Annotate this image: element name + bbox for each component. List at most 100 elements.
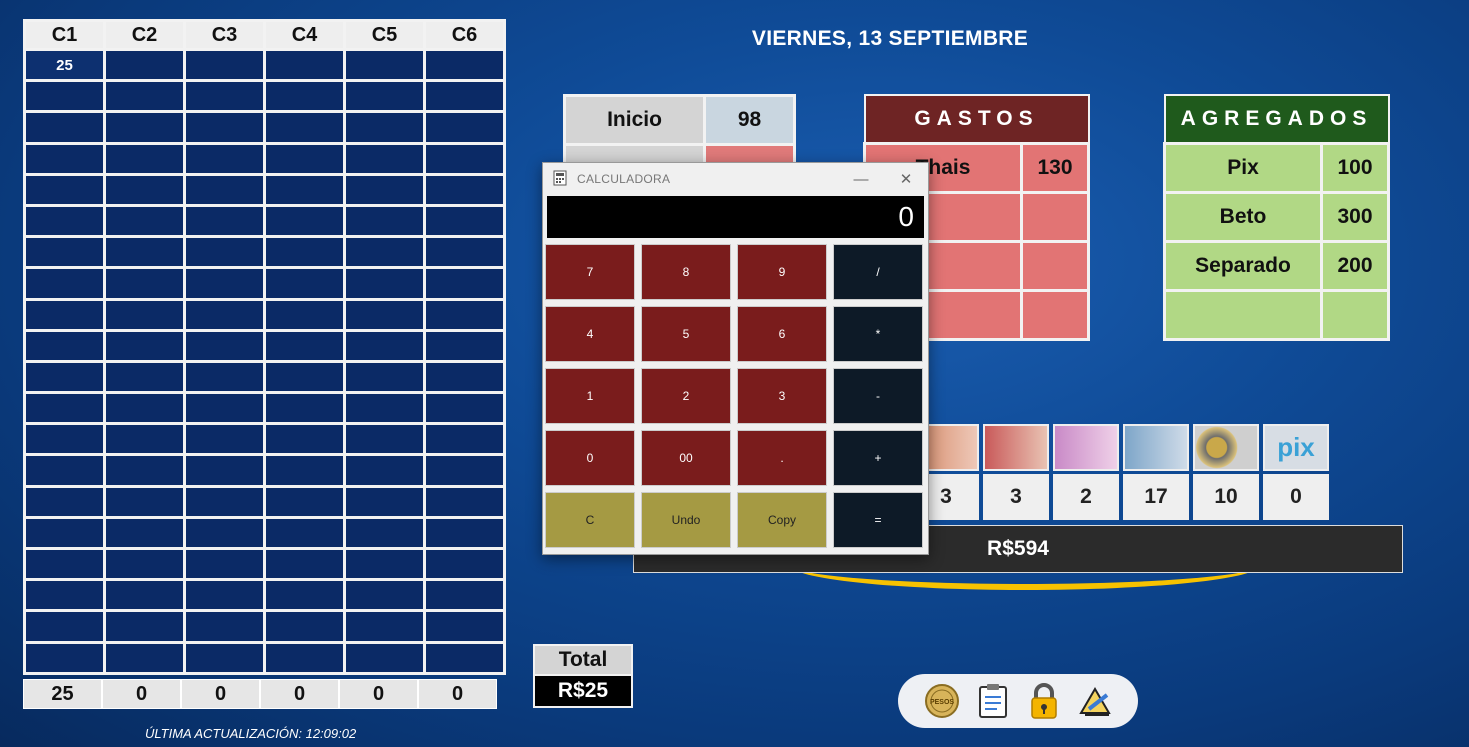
grid-cell[interactable] — [263, 47, 346, 83]
grid-cell[interactable] — [263, 110, 346, 145]
grid-cell[interactable] — [343, 515, 426, 551]
money-count-coins[interactable]: 10 — [1193, 474, 1259, 520]
grid-cell[interactable] — [343, 546, 426, 582]
grid-cell[interactable] — [183, 640, 266, 675]
money-count-10[interactable]: 3 — [983, 474, 1049, 520]
pesos-coin-icon[interactable]: PESOS — [923, 682, 961, 720]
inicio-value[interactable]: 98 — [703, 94, 796, 146]
grid-cell[interactable] — [263, 172, 346, 207]
grid-cell[interactable] — [183, 266, 266, 301]
grid-cell[interactable] — [263, 453, 346, 488]
grid-cell[interactable] — [103, 546, 186, 582]
calc-key-6[interactable]: 6 — [737, 306, 827, 362]
grid-cell[interactable] — [23, 484, 106, 519]
grid-cell[interactable] — [423, 79, 506, 114]
grid-cell[interactable] — [23, 141, 106, 176]
grid-cell[interactable] — [103, 172, 186, 207]
grid-cell[interactable] — [263, 546, 346, 582]
agregados-value[interactable]: 200 — [1320, 240, 1390, 292]
grid-cell[interactable] — [263, 359, 346, 395]
grid-cell[interactable] — [263, 391, 346, 426]
agregados-name[interactable]: Separado — [1163, 240, 1323, 292]
grid-cell[interactable] — [423, 359, 506, 395]
gastos-value[interactable]: 130 — [1020, 142, 1090, 194]
grid-cell[interactable] — [423, 266, 506, 301]
grid-cell[interactable] — [183, 203, 266, 239]
agregados-value[interactable] — [1320, 289, 1390, 341]
calc-key-multiply[interactable]: * — [833, 306, 923, 362]
grid-cell[interactable] — [103, 359, 186, 395]
grid-cell[interactable] — [423, 47, 506, 83]
grid-cell[interactable] — [343, 640, 426, 675]
grid-cell[interactable] — [423, 578, 506, 613]
grid-cell[interactable] — [343, 110, 426, 145]
grid-cell[interactable] — [423, 453, 506, 488]
calc-key-8[interactable]: 8 — [641, 244, 731, 300]
grid-cell[interactable] — [183, 297, 266, 332]
grid-cell[interactable] — [423, 609, 506, 644]
grid-cell[interactable] — [183, 141, 266, 176]
grid-cell[interactable] — [263, 609, 346, 644]
grid-cell[interactable] — [23, 640, 106, 675]
calc-key-9[interactable]: 9 — [737, 244, 827, 300]
grid-cell[interactable] — [23, 546, 106, 582]
grid-cell[interactable] — [103, 391, 186, 426]
grid-cell[interactable] — [103, 609, 186, 644]
grid-cell[interactable] — [343, 297, 426, 332]
calc-key-undo[interactable]: Undo — [641, 492, 731, 548]
calc-key-3[interactable]: 3 — [737, 368, 827, 424]
gastos-value[interactable] — [1020, 191, 1090, 243]
grid-cell[interactable] — [423, 172, 506, 207]
grid-cell[interactable] — [183, 422, 266, 457]
grid-cell[interactable] — [423, 546, 506, 582]
grid-cell[interactable] — [103, 235, 186, 270]
clipboard-report-icon[interactable] — [974, 682, 1012, 720]
grid-cell[interactable] — [263, 203, 346, 239]
grid-cell[interactable] — [423, 203, 506, 239]
grid-cell[interactable] — [103, 422, 186, 457]
grid-cell[interactable] — [343, 141, 426, 176]
calc-key-4[interactable]: 4 — [545, 306, 635, 362]
grid-cell[interactable] — [343, 391, 426, 426]
grid-cell[interactable] — [263, 484, 346, 519]
grid-cell[interactable] — [183, 484, 266, 519]
calc-key-copy[interactable]: Copy — [737, 492, 827, 548]
calc-key-2[interactable]: 2 — [641, 368, 731, 424]
grid-cell[interactable] — [343, 422, 426, 457]
grid-cell[interactable] — [103, 203, 186, 239]
grid-cell[interactable] — [23, 453, 106, 488]
grid-cell[interactable] — [423, 422, 506, 457]
grid-cell[interactable] — [263, 235, 346, 270]
grid-cell[interactable] — [343, 47, 426, 83]
calc-key-0[interactable]: 0 — [545, 430, 635, 486]
grid-cell[interactable] — [23, 359, 106, 395]
agregados-name[interactable]: Pix — [1163, 142, 1323, 194]
grid-cell[interactable] — [183, 235, 266, 270]
lock-icon[interactable] — [1025, 682, 1063, 720]
grid-cell[interactable] — [103, 110, 186, 145]
grid-cell[interactable] — [183, 546, 266, 582]
edit-pencil-icon[interactable] — [1076, 682, 1114, 720]
grid-cell[interactable] — [23, 515, 106, 551]
grid-cell[interactable] — [183, 359, 266, 395]
money-count-5[interactable]: 2 — [1053, 474, 1119, 520]
calc-key-equals[interactable]: = — [833, 492, 923, 548]
grid-cell[interactable] — [23, 609, 106, 644]
grid-cell[interactable] — [423, 235, 506, 270]
grid-cell[interactable] — [343, 484, 426, 519]
calc-key-divide[interactable]: / — [833, 244, 923, 300]
grid-cell[interactable] — [103, 453, 186, 488]
grid-cell[interactable] — [183, 515, 266, 551]
grid-cell[interactable] — [103, 141, 186, 176]
grid-cell[interactable] — [183, 453, 266, 488]
grid-cell[interactable] — [103, 640, 186, 675]
agregados-name[interactable]: Beto — [1163, 191, 1323, 243]
grid-cell[interactable] — [23, 391, 106, 426]
grid-cell[interactable] — [343, 609, 426, 644]
grid-cell[interactable] — [423, 515, 506, 551]
grid-cell[interactable] — [343, 235, 426, 270]
grid-cell[interactable] — [103, 328, 186, 363]
grid-cell[interactable] — [23, 79, 106, 114]
grid-cell[interactable] — [423, 141, 506, 176]
grid-cell[interactable] — [183, 578, 266, 613]
